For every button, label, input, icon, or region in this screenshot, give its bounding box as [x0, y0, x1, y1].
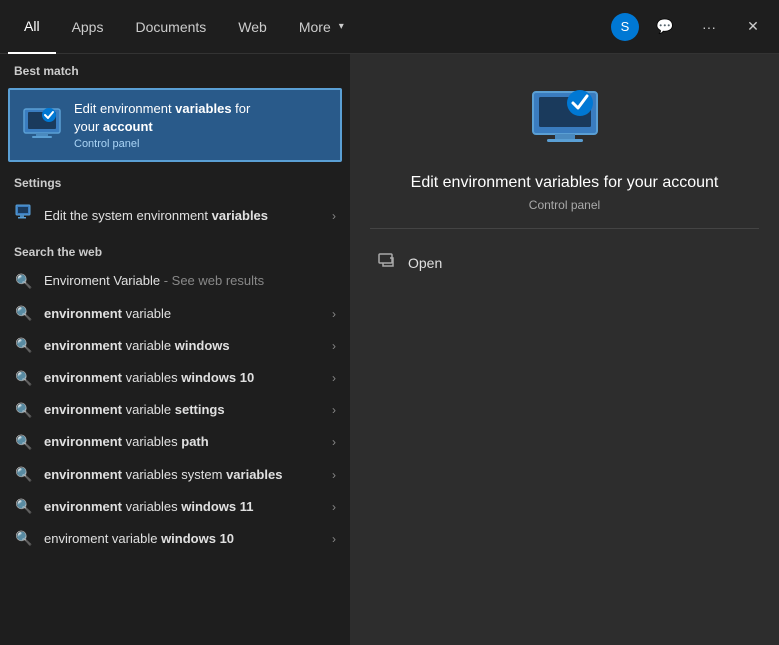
right-app-title: Edit environment variables for your acco…: [411, 172, 719, 194]
close-icon: ✕: [747, 18, 759, 35]
search-icon-0: 🔍: [14, 273, 34, 290]
web-item-text-8: enviroment variable windows 10: [44, 530, 322, 548]
search-icon-4: 🔍: [14, 402, 34, 419]
right-app-subtitle: Control panel: [529, 198, 600, 212]
settings-item-system-vars[interactable]: Edit the system environment variables ›: [0, 196, 350, 235]
divider: [370, 228, 759, 229]
chevron-down-icon: ▾: [339, 21, 344, 32]
tab-all[interactable]: All: [8, 0, 56, 54]
search-icon-8: 🔍: [14, 530, 34, 547]
tab-all-label: All: [24, 18, 40, 34]
web-item-2[interactable]: 🔍 environment variable windows ›: [0, 330, 350, 362]
web-item-6[interactable]: 🔍 environment variables system variables…: [0, 459, 350, 491]
web-item-8[interactable]: 🔍 enviroment variable windows 10 ›: [0, 523, 350, 555]
chevron-right-icon-6: ›: [332, 468, 336, 482]
web-item-text-3: environment variables windows 10: [44, 369, 322, 387]
user-avatar[interactable]: S: [611, 13, 639, 41]
web-item-1[interactable]: 🔍 environment variable ›: [0, 298, 350, 330]
search-icon-3: 🔍: [14, 370, 34, 387]
web-item-7[interactable]: 🔍 environment variables windows 11 ›: [0, 491, 350, 523]
settings-label: Settings: [0, 166, 350, 196]
settings-icon: [14, 204, 34, 227]
settings-item-text: Edit the system environment variables: [44, 207, 322, 225]
web-item-text-7: environment variables windows 11: [44, 498, 322, 516]
more-options-button[interactable]: ···: [691, 9, 727, 45]
tab-more-label: More: [299, 19, 331, 35]
chevron-right-icon-4: ›: [332, 403, 336, 417]
tab-documents[interactable]: Documents: [119, 0, 222, 54]
tab-web-label: Web: [238, 19, 267, 35]
left-panel: Best match Edit environment variables fo…: [0, 54, 350, 645]
tab-documents-label: Documents: [135, 19, 206, 35]
web-item-text-4: environment variable settings: [44, 401, 322, 419]
chevron-right-icon-8: ›: [332, 532, 336, 546]
best-match-item[interactable]: Edit environment variables foryour accou…: [8, 88, 342, 162]
chevron-right-icon-1: ›: [332, 307, 336, 321]
best-match-label: Best match: [0, 54, 350, 84]
chevron-right-icon: ›: [332, 209, 336, 223]
right-app-icon: [529, 84, 601, 156]
close-button[interactable]: ✕: [735, 9, 771, 45]
tab-apps-label: Apps: [72, 19, 104, 35]
web-item-4[interactable]: 🔍 environment variable settings ›: [0, 394, 350, 426]
feedback-icon: 💬: [656, 18, 673, 35]
web-search-label: Search the web: [0, 235, 350, 265]
chevron-right-icon-3: ›: [332, 371, 336, 385]
tab-web[interactable]: Web: [222, 0, 283, 54]
web-item-text-5: environment variables path: [44, 433, 322, 451]
feedback-button[interactable]: 💬: [647, 9, 683, 45]
web-item-text-6: environment variables system variables: [44, 466, 322, 484]
top-nav: All Apps Documents Web More ▾ S 💬 ··· ✕: [0, 0, 779, 54]
web-item-text-1: environment variable: [44, 305, 322, 323]
web-item-text-2: environment variable windows: [44, 337, 322, 355]
chevron-right-icon-2: ›: [332, 339, 336, 353]
web-item-5[interactable]: 🔍 environment variables path ›: [0, 426, 350, 458]
open-action[interactable]: Open: [370, 245, 759, 280]
chevron-right-icon-5: ›: [332, 435, 336, 449]
search-icon-5: 🔍: [14, 434, 34, 451]
tab-more[interactable]: More ▾: [283, 0, 360, 54]
ellipsis-icon: ···: [702, 19, 716, 35]
search-icon-2: 🔍: [14, 337, 34, 354]
tab-apps[interactable]: Apps: [56, 0, 120, 54]
search-icon-6: 🔍: [14, 466, 34, 483]
right-panel: Edit environment variables for your acco…: [350, 54, 779, 645]
web-item-0[interactable]: 🔍 Enviroment Variable - See web results: [0, 265, 350, 297]
search-icon-1: 🔍: [14, 305, 34, 322]
open-icon: [378, 251, 398, 274]
best-match-subtitle: Control panel: [74, 138, 250, 150]
chevron-right-icon-7: ›: [332, 500, 336, 514]
best-match-title: Edit environment variables foryour accou…: [74, 100, 250, 136]
open-label: Open: [408, 255, 442, 271]
best-match-app-icon: [22, 105, 62, 145]
main-content: Best match Edit environment variables fo…: [0, 54, 779, 645]
web-item-text-0: Enviroment Variable - See web results: [44, 272, 336, 290]
web-item-3[interactable]: 🔍 environment variables windows 10 ›: [0, 362, 350, 394]
user-initial: S: [621, 19, 630, 34]
search-icon-7: 🔍: [14, 498, 34, 515]
best-match-text: Edit environment variables foryour accou…: [74, 100, 250, 150]
